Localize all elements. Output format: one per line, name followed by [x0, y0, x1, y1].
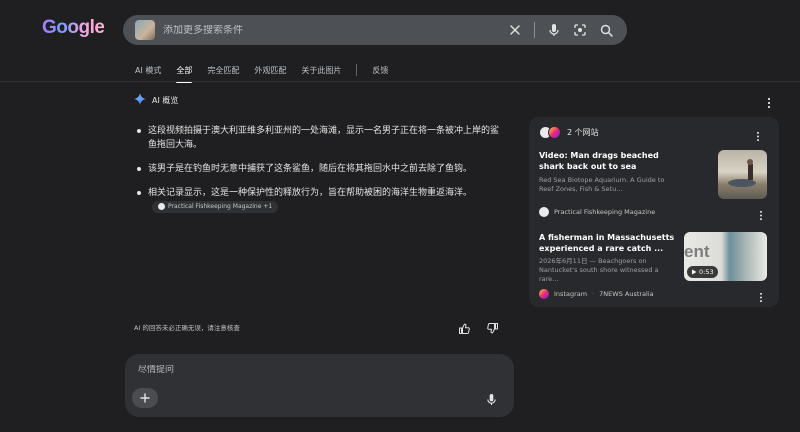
search-bar[interactable] — [123, 15, 627, 45]
tab-feedback[interactable]: 反馈 — [372, 62, 388, 78]
sources-panel: 2 个网站 Video: Man drags beached shark bac… — [529, 117, 779, 307]
source-chip-icon — [158, 203, 165, 210]
search-image-thumbnail[interactable] — [135, 20, 155, 40]
search-bar-divider — [534, 22, 535, 38]
instagram-icon — [548, 126, 561, 139]
separator-dot: · — [592, 290, 595, 298]
site-icons — [539, 126, 561, 139]
sparkle-icon — [134, 93, 146, 107]
microphone-icon[interactable] — [543, 19, 565, 41]
clear-icon[interactable] — [504, 19, 526, 41]
ask-microphone-icon[interactable] — [486, 391, 497, 410]
plus-icon — [140, 393, 150, 403]
search-icon[interactable] — [595, 19, 617, 41]
tabs-separator — [0, 81, 800, 82]
ask-input[interactable] — [138, 365, 478, 375]
more-options-icon[interactable] — [767, 94, 771, 113]
search-tabs: AI 模式 全部 完全匹配 外观匹配 关于此图片 反馈 — [135, 62, 403, 83]
list-item: 这段视频拍摄于澳大利亚维多利亚州的一处海滩，显示一名男子正在将一条被冲上岸的鲨鱼… — [137, 124, 507, 152]
video-duration-badge: 0:53 — [687, 266, 718, 278]
add-button[interactable] — [132, 388, 158, 408]
video-thumbnail-text: ent — [684, 242, 710, 261]
panel-more-icon[interactable] — [756, 127, 760, 146]
shark-photo — [728, 159, 756, 187]
video-thumbnail[interactable]: ent 0:53 — [684, 232, 767, 281]
google-logo[interactable]: Google — [42, 17, 105, 39]
list-item: 该男子是在钓鱼时无意中捕获了这条鲨鱼，随后在将其拖回水中之前去除了鱼钩。 — [137, 162, 507, 176]
source-card-desc: 2026年6月11日 — Beachgoers on Nantucket's s… — [539, 257, 659, 283]
list-item: 相关记录显示，这是一种保护性的释放行为，旨在帮助被困的海洋生物重返海洋。 Prac… — [137, 186, 507, 214]
lens-camera-icon[interactable] — [569, 19, 591, 41]
tab-about-this-image[interactable]: 关于此图片 — [301, 62, 341, 78]
thumbs-down-icon[interactable] — [486, 320, 499, 339]
ai-overview-bullets: 这段视频拍摄于澳大利亚维多利亚州的一处海滩，显示一名男子正在将一条被冲上岸的鲨鱼… — [137, 124, 507, 224]
tab-all[interactable]: 全部 — [176, 62, 193, 83]
source-card-title[interactable]: A fisherman in Massachusetts experienced… — [539, 232, 679, 254]
tab-ai-mode[interactable]: AI 模式 — [135, 62, 161, 78]
source-chip[interactable]: Practical Fishkeeping Magazine +1 — [152, 200, 279, 213]
instagram-icon — [539, 289, 549, 299]
ai-overview-title: AI 概览 — [152, 95, 179, 105]
tab-visual-match[interactable]: 外观匹配 — [254, 62, 286, 78]
tabs-divider — [356, 64, 358, 76]
source-card-source: Instagram · 7NEWS Australia — [539, 289, 654, 299]
card-more-icon[interactable] — [759, 288, 763, 307]
search-input[interactable] — [163, 24, 504, 36]
ai-overview-header: AI 概览 — [134, 93, 178, 107]
sources-count: 2 个网站 — [567, 128, 599, 137]
sources-header[interactable]: 2 个网站 — [539, 126, 599, 139]
thumbs-up-icon[interactable] — [458, 320, 471, 339]
play-icon — [692, 269, 697, 275]
source-favicon-icon — [539, 207, 549, 217]
ask-box — [125, 354, 514, 417]
source-card-source: Practical Fishkeeping Magazine — [539, 207, 655, 217]
card-more-icon[interactable] — [759, 206, 763, 225]
ai-disclaimer: AI 的回答未必正确无误，请注意核查 — [134, 324, 240, 332]
source-card-title[interactable]: Video: Man drags beached shark back out … — [539, 150, 679, 172]
source-card-desc: Red Sea Biotope Aquarium. A Guide to Ree… — [539, 176, 665, 193]
tab-exact-match[interactable]: 完全匹配 — [207, 62, 239, 78]
source-card-thumbnail[interactable] — [718, 150, 767, 199]
